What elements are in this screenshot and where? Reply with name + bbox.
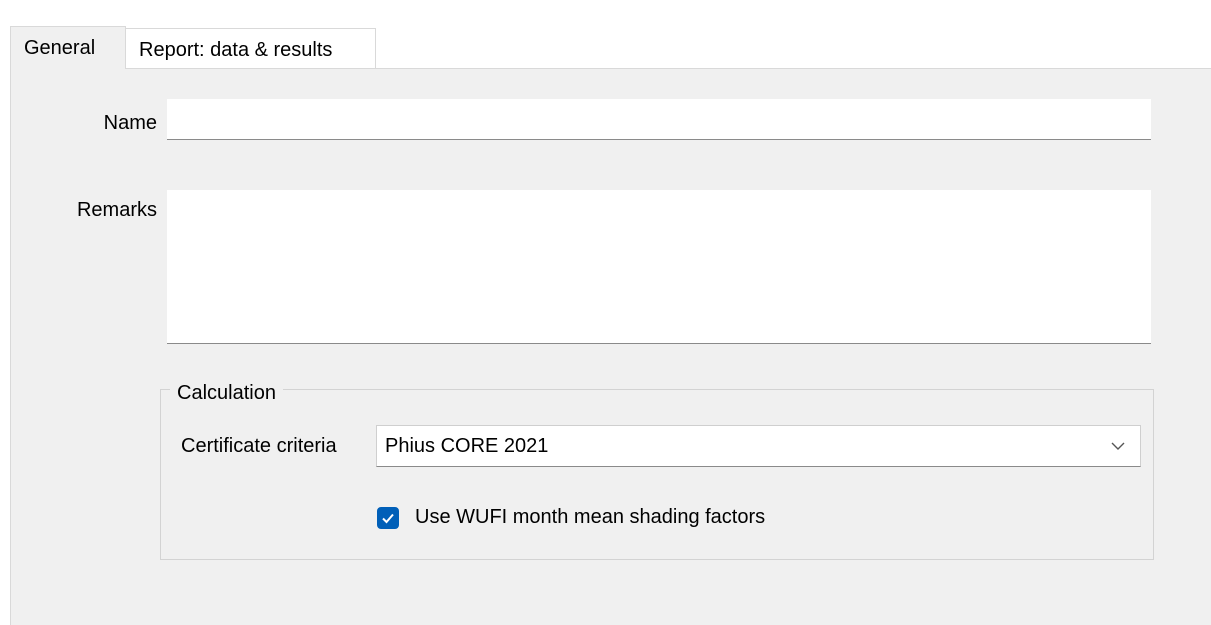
chevron-down-icon	[1111, 442, 1125, 450]
name-input[interactable]	[167, 99, 1151, 140]
name-label: Name	[103, 112, 157, 134]
certificate-criteria-value: Phius CORE 2021	[385, 435, 549, 457]
shading-factors-label: Use WUFI month mean shading factors	[415, 506, 766, 528]
shading-factors-option[interactable]: Use WUFI month mean shading factors	[377, 506, 765, 529]
remarks-label: Remarks	[76, 199, 157, 221]
certificate-criteria-label: Certificate criteria	[181, 435, 337, 457]
properties-dialog: General Report: data & results Name Rema…	[0, 0, 1211, 625]
tab-report-label: Report: data & results	[139, 39, 333, 61]
certificate-criteria-dropdown[interactable]: Phius CORE 2021	[376, 425, 1141, 467]
checkmark-icon	[382, 513, 394, 523]
tab-general-label: General	[24, 37, 96, 59]
remarks-textarea[interactable]	[167, 190, 1151, 344]
calculation-group	[160, 389, 1154, 560]
tab-general[interactable]: General	[10, 26, 126, 69]
tab-report-data-results[interactable]: Report: data & results	[126, 28, 376, 68]
shading-factors-checkbox[interactable]	[377, 506, 399, 529]
calculation-group-title: Calculation	[170, 380, 283, 406]
